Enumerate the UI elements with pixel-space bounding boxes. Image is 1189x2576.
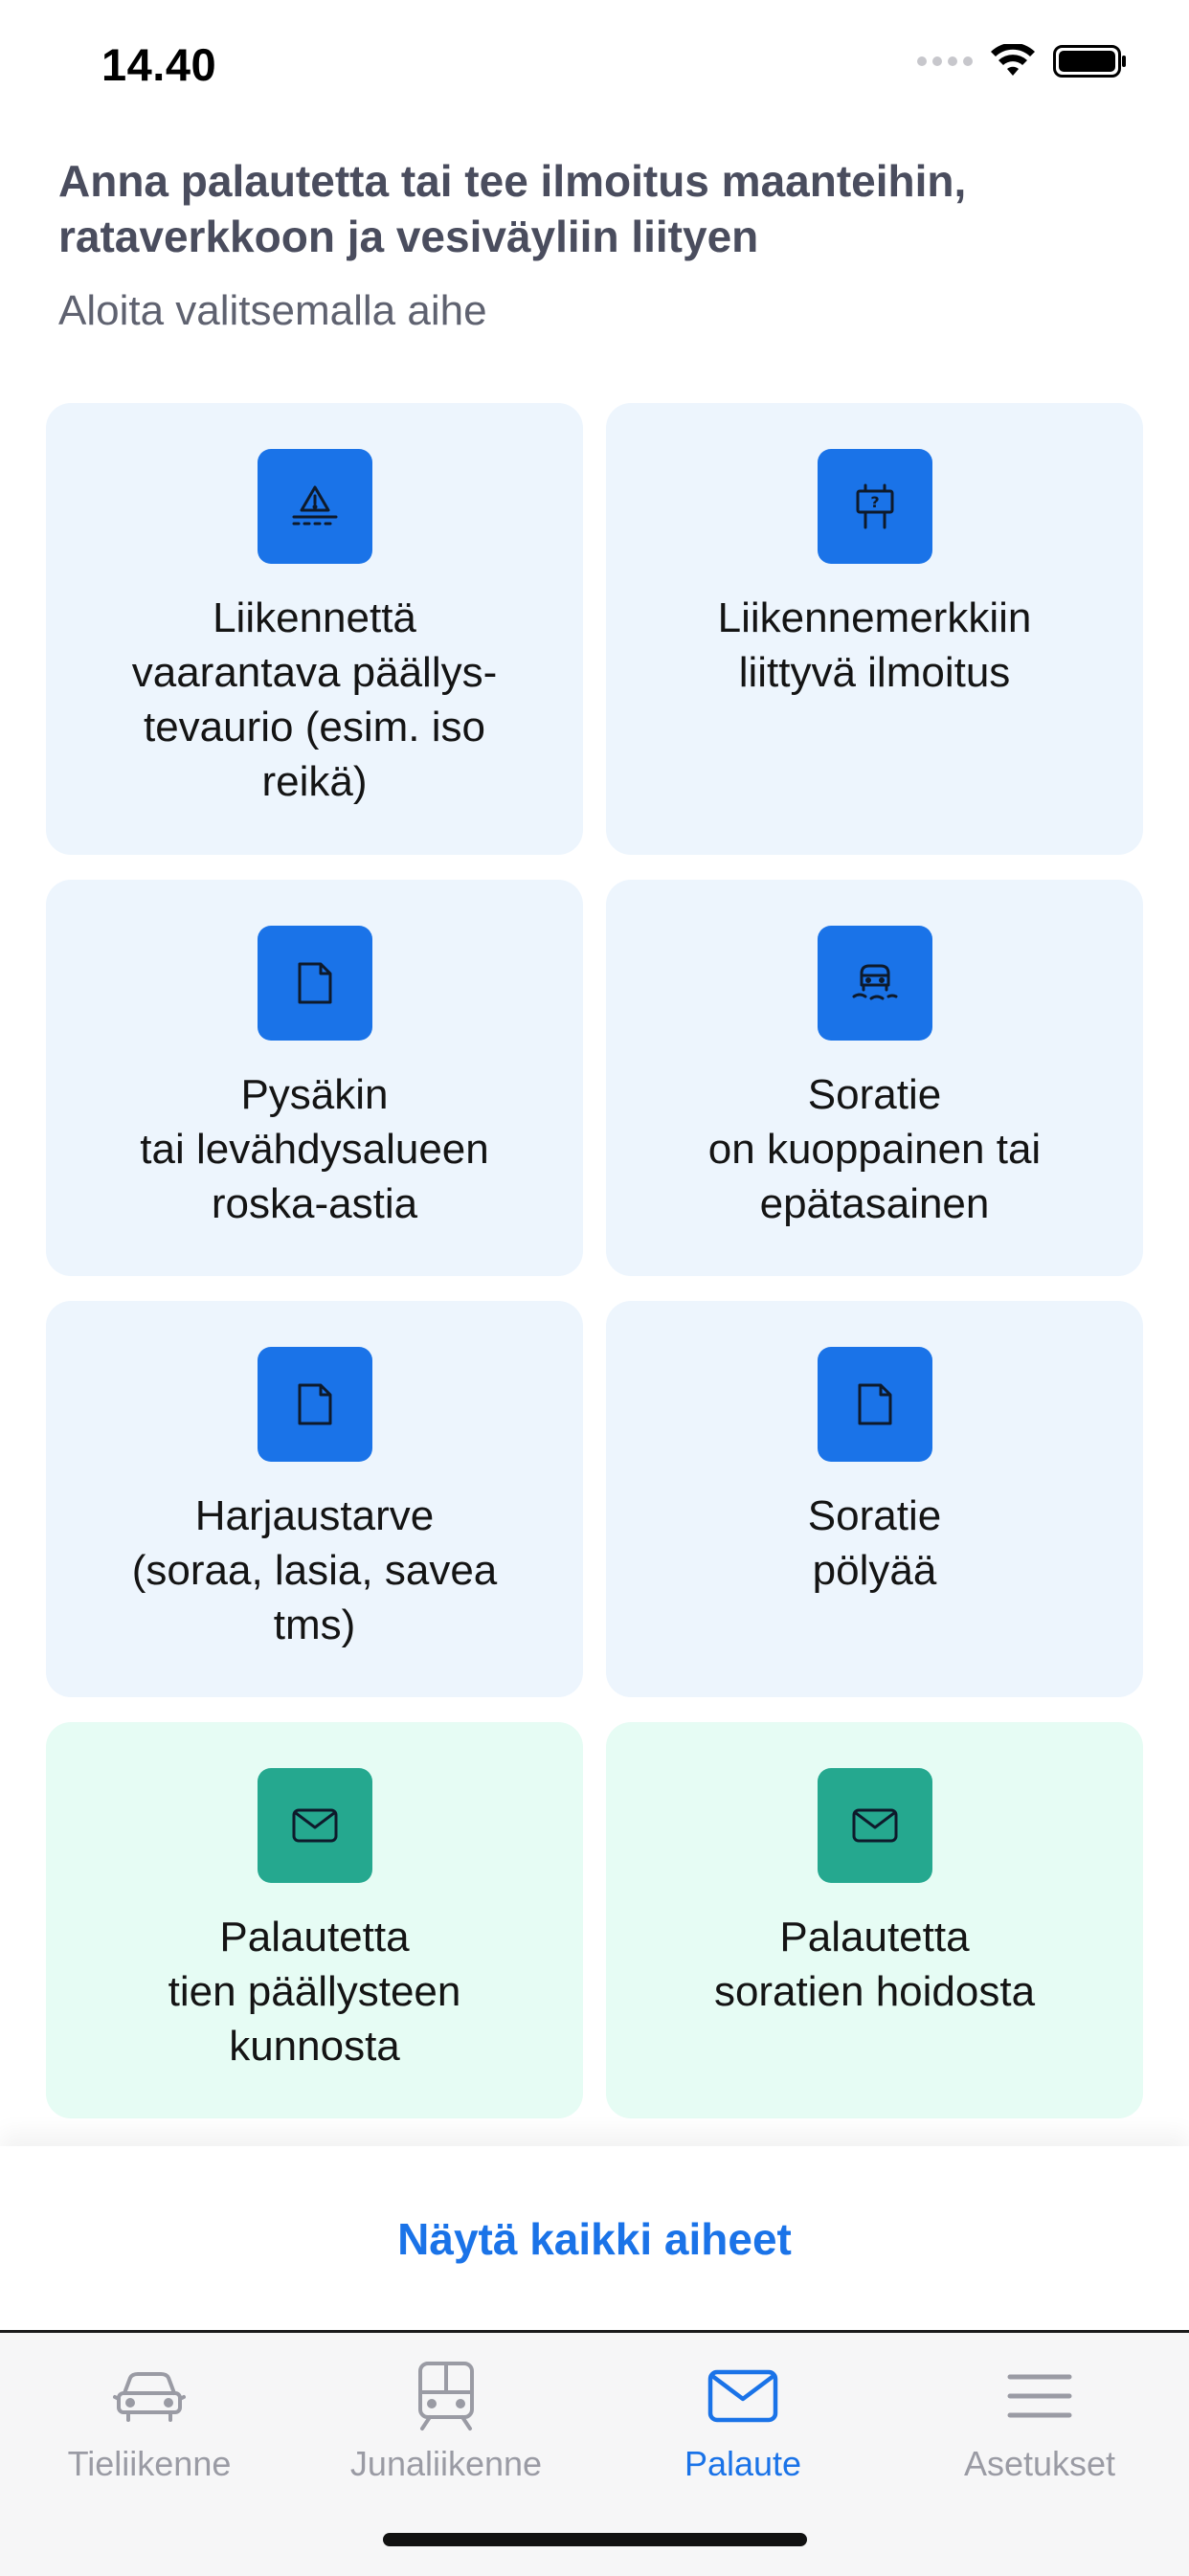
traffic-sign-icon: ? bbox=[817, 449, 932, 564]
topic-card-gravel-road-maintenance-feedback[interactable]: Palautetta soratien hoidosta bbox=[606, 1722, 1143, 2118]
topic-card-gravel-road-dust[interactable]: Soratie pölyää bbox=[606, 1301, 1143, 1697]
show-all-topics-link[interactable]: Näytä kaikki aiheet bbox=[0, 2213, 1189, 2265]
tab-road-traffic[interactable]: Tieliikenne bbox=[1, 2348, 298, 2501]
tab-train-traffic[interactable]: Junaliikenne bbox=[298, 2348, 594, 2501]
topic-card-label: Pysäkin tai levähdysalueen roska-astia bbox=[140, 1071, 489, 1227]
topic-card-pavement-feedback[interactable]: Palautetta tien päällysteen kunnosta bbox=[46, 1722, 583, 2118]
topic-card-trash-bin[interactable]: Pysäkin tai levähdysalueen roska-astia bbox=[46, 880, 583, 1276]
topic-grid: Liikennettä vaarantava päällys- tevaurio… bbox=[46, 403, 1143, 2118]
tab-label: Palaute bbox=[684, 2444, 802, 2483]
show-all-bar: Näytä kaikki aiheet bbox=[0, 2146, 1189, 2330]
document-icon bbox=[817, 1347, 932, 1462]
topic-card-label: Soratie on kuoppainen tai epätasainen bbox=[707, 1071, 1042, 1227]
topic-card-label: Harjaustarve (soraa, lasia, savea tms) bbox=[131, 1492, 498, 1648]
svg-text:?: ? bbox=[870, 493, 879, 511]
envelope-icon bbox=[257, 1768, 372, 1883]
home-indicator bbox=[383, 2533, 807, 2546]
status-bar: 14.40 bbox=[0, 0, 1189, 134]
tab-label: Asetukset bbox=[963, 2444, 1116, 2483]
status-time: 14.40 bbox=[101, 39, 217, 90]
road-hazard-icon bbox=[257, 449, 372, 564]
status-icons bbox=[917, 44, 1128, 78]
document-icon bbox=[257, 926, 372, 1041]
tab-feedback[interactable]: Palaute bbox=[594, 2348, 891, 2501]
topic-card-label: Liikennemerkkiin liittyvä ilmoitus bbox=[717, 594, 1032, 696]
tab-settings[interactable]: Asetukset bbox=[891, 2348, 1188, 2501]
train-icon bbox=[415, 2348, 478, 2444]
cellular-signal-icon bbox=[917, 56, 973, 66]
battery-icon bbox=[1053, 45, 1126, 78]
topic-card-label: Liikennettä vaarantava päällys- tevaurio… bbox=[131, 594, 498, 805]
wifi-icon bbox=[991, 44, 1035, 76]
car-icon bbox=[113, 2348, 186, 2444]
tab-label: Junaliikenne bbox=[349, 2444, 543, 2483]
envelope-icon bbox=[817, 1768, 932, 1883]
menu-icon bbox=[1006, 2348, 1073, 2444]
topic-card-label: Palautetta tien päällysteen kunnosta bbox=[168, 1914, 461, 2070]
page-title: Anna palautetta tai tee ilmoitus maantei… bbox=[58, 156, 967, 261]
topic-card-road-damage[interactable]: Liikennettä vaarantava päällys- tevaurio… bbox=[46, 403, 583, 855]
envelope-icon bbox=[707, 2348, 779, 2444]
topic-card-sweeping[interactable]: Harjaustarve (soraa, lasia, savea tms) bbox=[46, 1301, 583, 1697]
topic-card-label: Soratie pölyää bbox=[807, 1492, 942, 1594]
topic-card-gravel-road-bumpy[interactable]: Soratie on kuoppainen tai epätasainen bbox=[606, 880, 1143, 1276]
document-icon bbox=[257, 1347, 372, 1462]
page-subtitle: Aloita valitsemalla aihe bbox=[58, 287, 487, 334]
car-bumpy-road-icon bbox=[817, 926, 932, 1041]
tab-label: Tieliikenne bbox=[67, 2444, 232, 2483]
topic-card-label: Palautetta soratien hoidosta bbox=[713, 1914, 1036, 2015]
topic-card-traffic-sign[interactable]: ? Liikennemerkkiin liittyvä ilmoitus bbox=[606, 403, 1143, 855]
